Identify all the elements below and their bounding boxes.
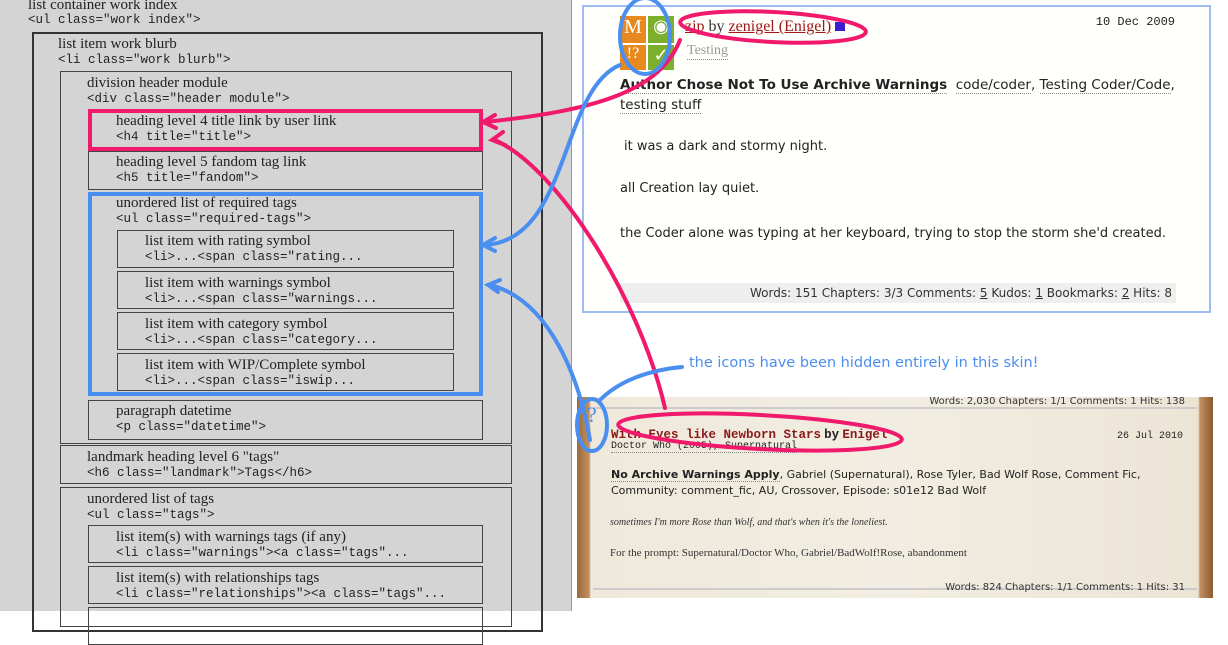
pink-arrowhead bbox=[487, 130, 507, 147]
blue-circle-icons bbox=[618, 0, 672, 76]
blue-line-note bbox=[598, 365, 684, 402]
pink-circle-title bbox=[678, 9, 868, 45]
pink-arrow-skin bbox=[493, 138, 667, 410]
blue-circle-hidden bbox=[575, 397, 609, 453]
pink-circle-skin-title bbox=[616, 411, 904, 453]
annotation-overlay bbox=[478, 0, 904, 453]
tag-item-box bbox=[88, 607, 483, 645]
blue-arrow-required bbox=[483, 63, 622, 247]
blue-arrow-skin bbox=[488, 283, 592, 442]
